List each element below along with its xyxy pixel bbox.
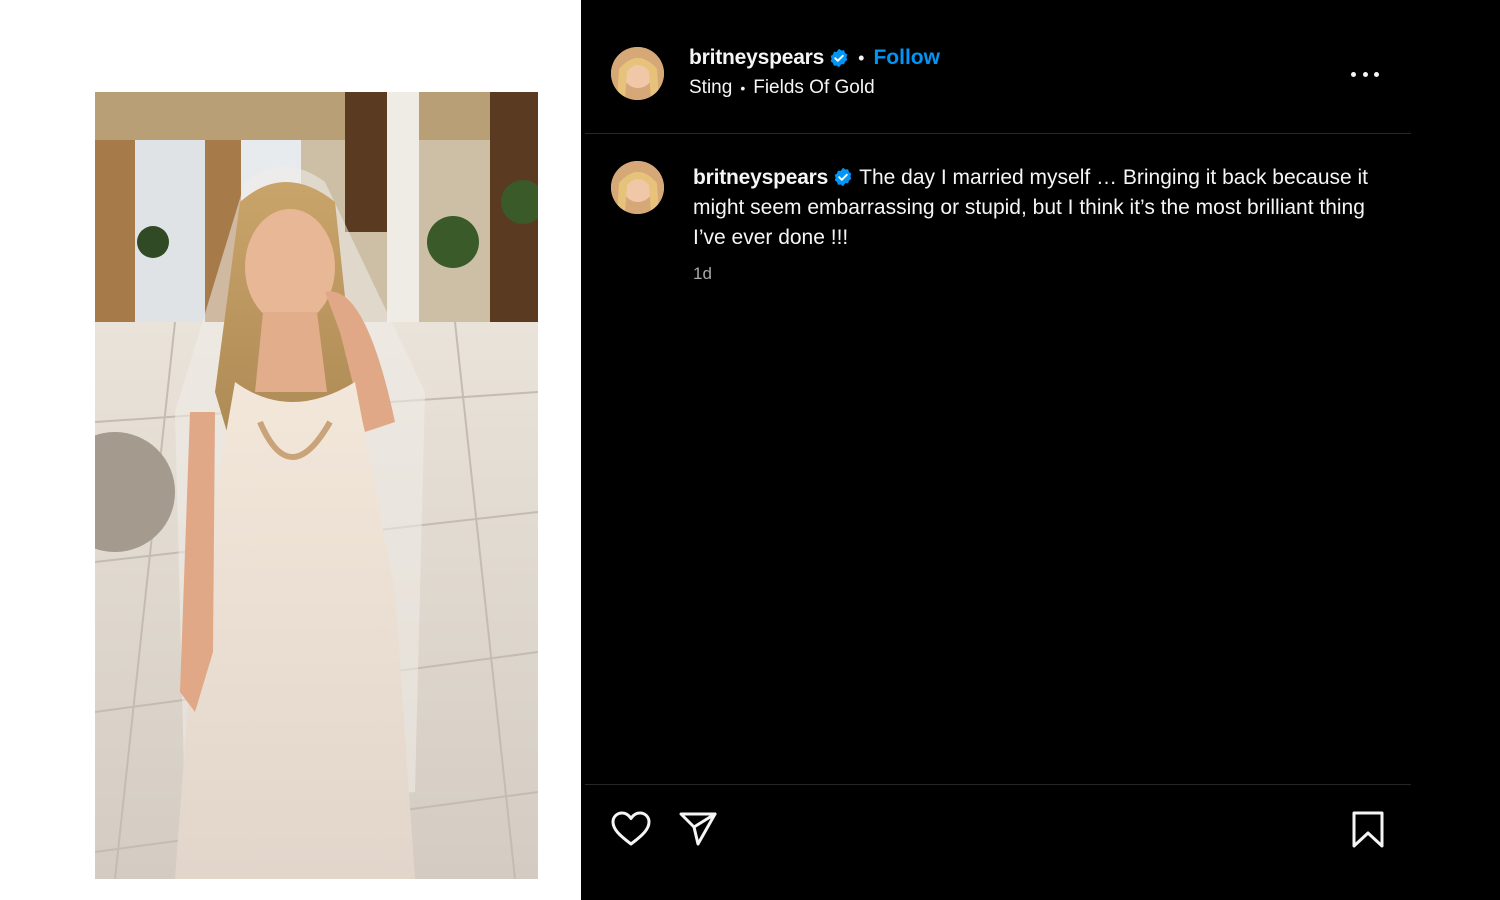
post-header: britneyspears • Follow Sting • Fields Of…: [585, 0, 1411, 134]
caption-avatar[interactable]: [611, 161, 664, 214]
audio-row[interactable]: Sting • Fields Of Gold: [689, 77, 940, 99]
header-separator: •: [858, 47, 865, 68]
post-photo[interactable]: [95, 92, 538, 879]
author-row: britneyspears • Follow: [689, 44, 940, 72]
heart-icon[interactable]: [611, 811, 651, 847]
paper-plane-icon[interactable]: [679, 811, 717, 847]
audio-artist[interactable]: Sting: [689, 77, 732, 99]
post-panel: britneyspears • Follow Sting • Fields Of…: [581, 0, 1500, 900]
post-timestamp[interactable]: 1d: [693, 264, 712, 284]
verified-badge-icon: [829, 48, 849, 68]
follow-button[interactable]: Follow: [873, 46, 940, 70]
more-dot: [1374, 71, 1379, 77]
author-username[interactable]: britneyspears: [689, 46, 824, 70]
audio-separator: •: [740, 80, 746, 96]
bookmark-icon[interactable]: [1351, 811, 1385, 849]
post-details: britneyspears • Follow Sting • Fields Of…: [585, 0, 1411, 900]
more-dot: [1351, 71, 1356, 77]
verified-badge-icon: [833, 167, 853, 187]
more-options-icon[interactable]: [1349, 64, 1381, 84]
audio-track[interactable]: Fields Of Gold: [753, 77, 874, 99]
avatar-image: [611, 161, 664, 214]
post-photo-image: [95, 92, 538, 879]
header-text: britneyspears • Follow Sting • Fields Of…: [689, 44, 940, 99]
caption-username[interactable]: britneyspears: [693, 166, 828, 189]
author-avatar[interactable]: [611, 47, 664, 100]
avatar-image: [611, 47, 664, 100]
caption-area: britneyspears The day I married myself … …: [585, 135, 1411, 783]
action-bar: [585, 784, 1411, 900]
more-dot: [1362, 71, 1368, 77]
post-caption: britneyspears The day I married myself … …: [693, 163, 1373, 253]
media-pane: [0, 0, 581, 900]
